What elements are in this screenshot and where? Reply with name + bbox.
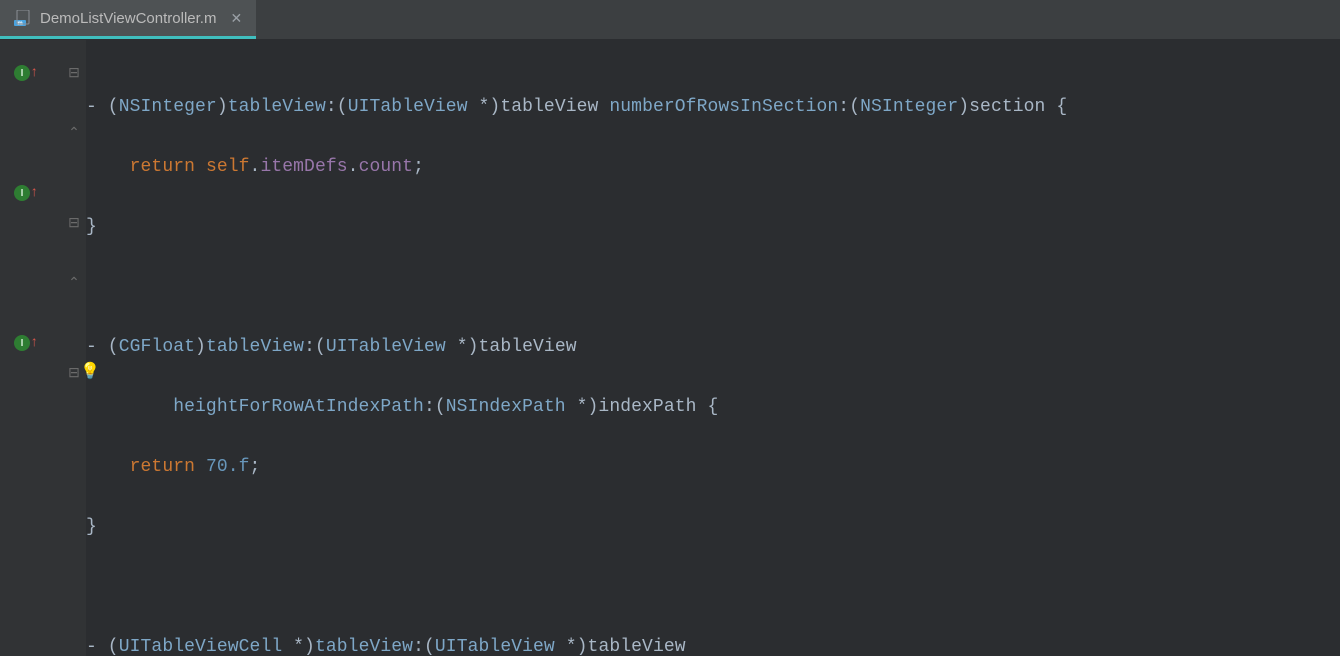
override-icon: I: [14, 185, 30, 201]
code-line[interactable]: [86, 272, 1340, 302]
editor-gutter[interactable]: I ↑ I ↑ I ↑: [0, 40, 62, 656]
code-line[interactable]: - (UITableViewCell *)tableView:(UITableV…: [86, 632, 1340, 656]
objective-c-file-icon: m: [14, 10, 32, 26]
code-line[interactable]: return 70.f;: [86, 452, 1340, 482]
fold-end-icon: ⌃: [66, 277, 82, 291]
fold-end-icon: ⌃: [66, 127, 82, 141]
code-area[interactable]: - (NSInteger)tableView:(UITableView *)ta…: [86, 40, 1340, 656]
fold-toggle-icon[interactable]: ⊟: [66, 217, 82, 231]
fold-toggle-icon[interactable]: ⊟: [66, 67, 82, 81]
code-line[interactable]: return self.itemDefs.count;: [86, 152, 1340, 182]
code-line[interactable]: }: [86, 212, 1340, 242]
override-marker[interactable]: I ↑: [14, 65, 38, 81]
code-line[interactable]: }: [86, 512, 1340, 542]
code-line[interactable]: [86, 572, 1340, 602]
code-line[interactable]: - (NSInteger)tableView:(UITableView *)ta…: [86, 92, 1340, 122]
override-marker[interactable]: I ↑: [14, 335, 38, 351]
code-line[interactable]: heightForRowAtIndexPath:(NSIndexPath *)i…: [86, 392, 1340, 422]
code-editor[interactable]: I ↑ I ↑ I ↑ ⊟ ⌃ ⊟ ⌃ ⊟ 💡 - (NSInteger)tab…: [0, 40, 1340, 656]
tab-bar: m DemoListViewController.m ✕: [0, 0, 1340, 40]
fold-column[interactable]: ⊟ ⌃ ⊟ ⌃ ⊟ 💡: [62, 40, 86, 656]
override-up-arrow-icon: ↑: [30, 65, 38, 81]
tab-filename: DemoListViewController.m: [40, 10, 216, 27]
override-marker[interactable]: I ↑: [14, 185, 38, 201]
override-icon: I: [14, 65, 30, 81]
override-icon: I: [14, 335, 30, 351]
editor-tab[interactable]: m DemoListViewController.m ✕: [0, 0, 256, 39]
override-up-arrow-icon: ↑: [30, 185, 38, 201]
override-up-arrow-icon: ↑: [30, 335, 38, 351]
close-tab-icon[interactable]: ✕: [230, 10, 242, 27]
code-line[interactable]: - (CGFloat)tableView:(UITableView *)tabl…: [86, 332, 1340, 362]
